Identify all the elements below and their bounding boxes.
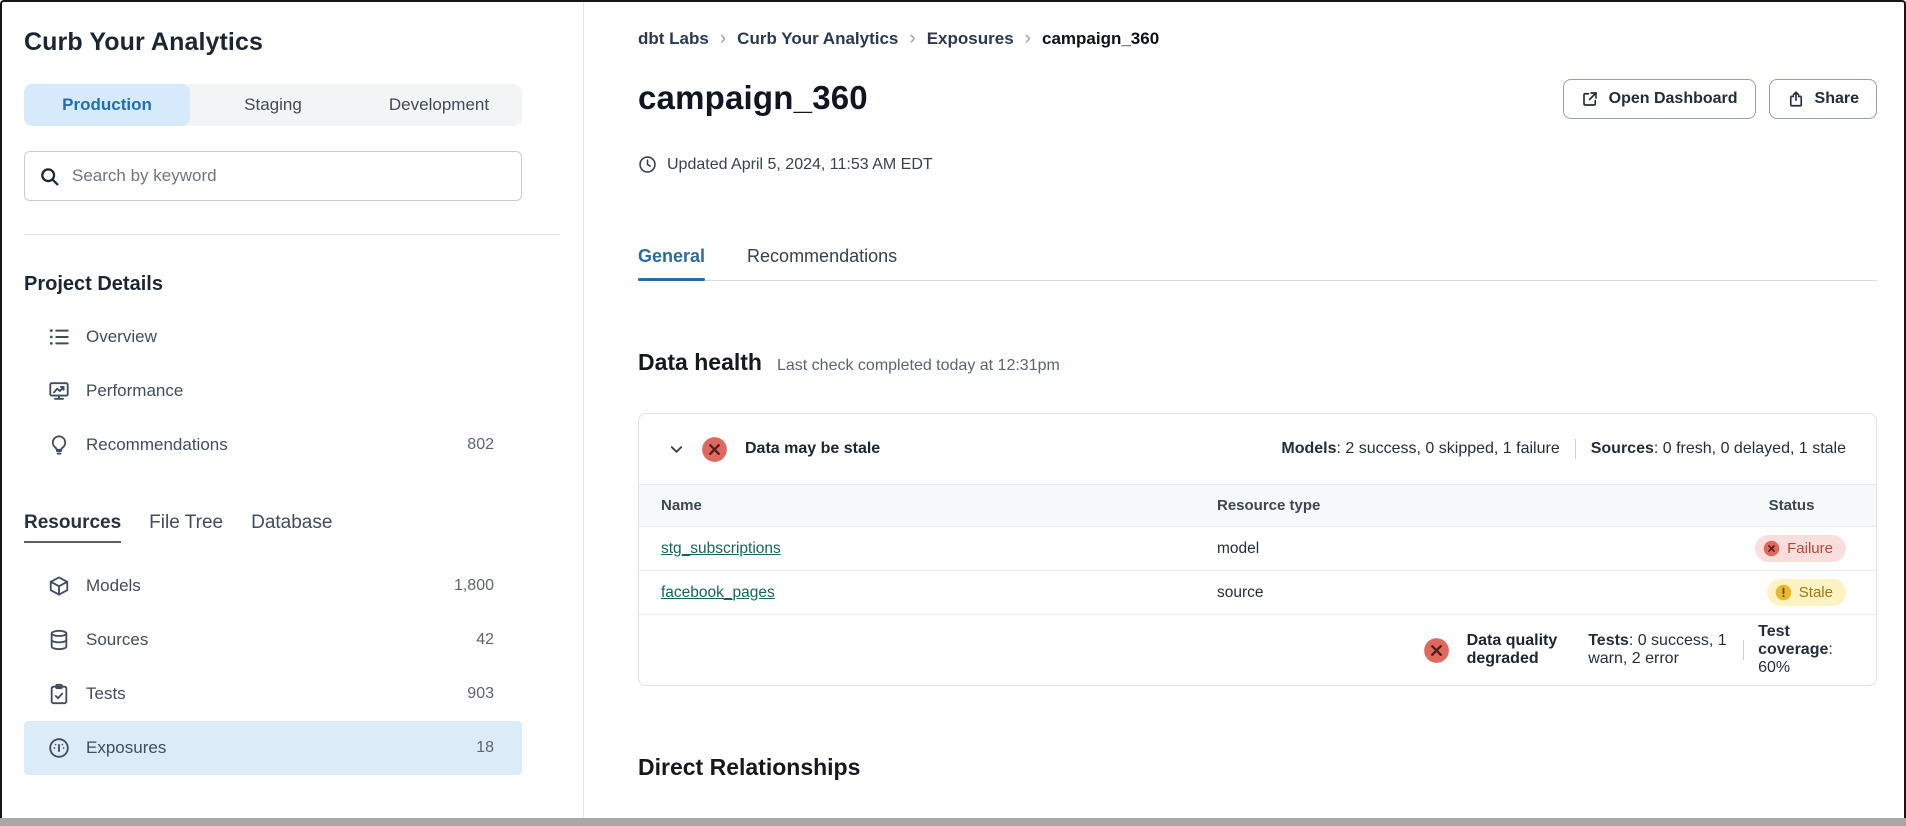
tests-stats-label: Tests (1588, 632, 1629, 649)
search-icon (39, 166, 60, 187)
sidebar-item-performance[interactable]: Performance (24, 364, 522, 418)
env-tab-staging[interactable]: Staging (190, 84, 356, 126)
database-icon (48, 629, 70, 651)
exposures-count: 18 (476, 739, 494, 757)
tab-database[interactable]: Database (251, 512, 332, 543)
column-header-status: Status (1737, 497, 1846, 514)
sources-stats-value: : 0 fresh, 0 delayed, 1 stale (1654, 440, 1846, 457)
stats-divider (1575, 439, 1576, 459)
open-dashboard-button[interactable]: Open Dashboard (1563, 79, 1756, 119)
sidebar-item-sources[interactable]: Sources 42 (24, 613, 522, 667)
lightbulb-icon (48, 434, 70, 456)
share-button[interactable]: Share (1769, 79, 1877, 119)
status-badge-label: Stale (1799, 584, 1833, 601)
page-title: campaign_360 (638, 79, 868, 117)
sources-stats-label: Sources (1591, 440, 1654, 457)
share-icon (1787, 90, 1805, 108)
tests-count: 903 (467, 685, 494, 703)
data-health-card: Data may be stale Models: 2 success, 0 s… (638, 413, 1877, 686)
resources-nav: Models 1,800 Sources 42 Tests 903 Exposu… (24, 559, 522, 775)
env-tab-development[interactable]: Development (356, 84, 522, 126)
sidebar-item-label: Sources (86, 630, 148, 650)
horizontal-scrollbar[interactable] (0, 818, 1906, 826)
env-tab-production[interactable]: Production (24, 84, 190, 126)
recommendations-count: 802 (467, 436, 494, 454)
sidebar-item-overview[interactable]: Overview (24, 310, 522, 364)
sidebar-divider (24, 234, 560, 235)
detail-tabs: General Recommendations (638, 246, 1877, 281)
error-circle-icon (1423, 637, 1450, 664)
breadcrumb-project[interactable]: Curb Your Analytics (737, 29, 898, 49)
status-badge-stale: Stale (1767, 579, 1846, 606)
sidebar-item-exposures[interactable]: Exposures 18 (24, 721, 522, 775)
search-input[interactable] (72, 166, 507, 186)
coverage-stats-label: Test coverage (1758, 623, 1828, 658)
environment-switcher: Production Staging Development (24, 84, 522, 126)
sidebar-item-tests[interactable]: Tests 903 (24, 667, 522, 721)
breadcrumb-exposures[interactable]: Exposures (927, 29, 1014, 49)
quality-section-row[interactable]: Data quality degraded Tests: 0 success, … (639, 615, 1876, 685)
stale-icon (1775, 584, 1792, 601)
page-actions: Open Dashboard Share (1563, 79, 1877, 119)
sidebar-item-label: Models (86, 576, 141, 596)
failure-icon (1763, 540, 1780, 557)
tab-recommendations[interactable]: Recommendations (747, 246, 897, 280)
share-label: Share (1815, 90, 1859, 108)
performance-icon (48, 380, 70, 402)
resource-view-tabs: Resources File Tree Database (24, 512, 522, 543)
quality-section-stats: Tests: 0 success, 1 warn, 2 error Test c… (1588, 623, 1846, 677)
sources-count: 42 (476, 631, 494, 649)
project-details-nav: Overview Performance Recommendations 802 (24, 310, 522, 472)
gauge-icon (48, 737, 70, 759)
tab-file-tree[interactable]: File Tree (149, 512, 223, 543)
sidebar-item-label: Overview (86, 327, 157, 347)
updated-timestamp: Updated April 5, 2024, 11:53 AM EDT (638, 155, 1877, 174)
sidebar-item-label: Exposures (86, 738, 166, 758)
quality-section-title: Data quality degraded (1467, 632, 1572, 668)
chevron-right-icon: › (720, 29, 726, 48)
sidebar-item-label: Recommendations (86, 435, 228, 455)
status-badge-label: Failure (1787, 540, 1833, 557)
sidebar: Curb Your Analytics Production Staging D… (2, 2, 584, 826)
breadcrumb-current: campaign_360 (1042, 29, 1159, 49)
tab-resources[interactable]: Resources (24, 512, 121, 543)
sidebar-item-recommendations[interactable]: Recommendations 802 (24, 418, 522, 472)
sidebar-item-models[interactable]: Models 1,800 (24, 559, 522, 613)
sidebar-item-label: Performance (86, 381, 183, 401)
clipboard-check-icon (48, 683, 70, 705)
tab-general[interactable]: General (638, 246, 705, 280)
search-box[interactable] (24, 151, 522, 201)
clock-icon (638, 155, 657, 174)
page-header: campaign_360 Open Dashboard Share (638, 79, 1877, 119)
external-link-icon (1581, 90, 1599, 108)
updated-text: Updated April 5, 2024, 11:53 AM EDT (667, 156, 933, 174)
project-details-heading: Project Details (24, 273, 522, 296)
list-icon (48, 326, 70, 348)
cube-icon (48, 575, 70, 597)
chevron-right-icon[interactable] (669, 282, 1406, 826)
open-dashboard-label: Open Dashboard (1609, 90, 1738, 108)
main-content: dbt Labs › Curb Your Analytics › Exposur… (584, 2, 1904, 826)
chevron-right-icon: › (1025, 29, 1031, 48)
breadcrumb-dbt-labs[interactable]: dbt Labs (638, 29, 709, 49)
models-count: 1,800 (454, 577, 494, 595)
breadcrumb: dbt Labs › Curb Your Analytics › Exposur… (638, 29, 1877, 49)
project-title: Curb Your Analytics (24, 28, 522, 57)
app-window: Curb Your Analytics Production Staging D… (0, 0, 1906, 826)
stats-divider (1743, 640, 1744, 660)
chevron-right-icon: › (909, 29, 915, 48)
status-badge-failure: Failure (1755, 535, 1846, 562)
sidebar-item-label: Tests (86, 684, 126, 704)
